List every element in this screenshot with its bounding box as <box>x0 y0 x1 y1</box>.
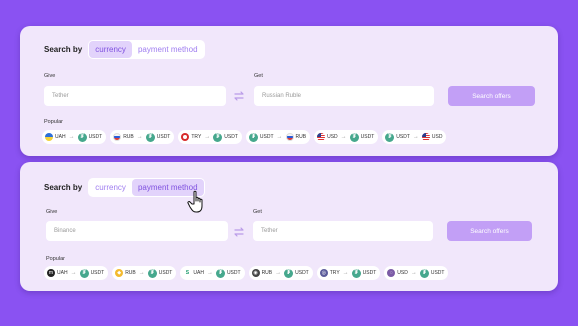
popular-pair-chip[interactable]: ◆ RUB → ₮ USDT <box>112 266 177 280</box>
currency-tab[interactable]: currency <box>89 179 132 196</box>
qiwi-icon: ◉ <box>251 269 260 277</box>
search-offers-button[interactable]: Search offers <box>447 221 532 241</box>
arrow-right-icon: → <box>68 134 75 140</box>
popular-label: Popular <box>46 256 65 262</box>
tether-icon: ₮ <box>79 268 89 278</box>
arrow-right-icon: → <box>204 134 211 140</box>
give-currency-field[interactable]: Tether <box>44 86 226 106</box>
viber-icon: ◌ <box>387 269 396 277</box>
get-label: Get <box>253 209 262 215</box>
binance-icon: ◆ <box>115 269 124 277</box>
popular-pairs: UAH → ₮ USDT RUB → ₮ USDT TRY → ₮ USDT ₮… <box>42 130 450 144</box>
russia-flag-icon <box>285 133 294 141</box>
tether-icon: ₮ <box>349 132 359 142</box>
payment-method-tab[interactable]: payment method <box>132 41 204 58</box>
arrow-right-icon: → <box>70 270 77 276</box>
arrow-right-icon: → <box>136 134 143 140</box>
usa-flag-icon <box>317 133 326 141</box>
tether-icon: ₮ <box>215 268 225 278</box>
tether-icon: ₮ <box>147 268 157 278</box>
swap-icon[interactable] <box>233 90 245 102</box>
arrow-right-icon: → <box>275 270 282 276</box>
arrow-right-icon: → <box>410 270 417 276</box>
search-by-toggle-group: Search by currency payment method <box>44 178 205 197</box>
search-offers-button[interactable]: Search offers <box>448 86 535 106</box>
get-currency-field[interactable]: Tether <box>253 221 433 241</box>
tether-icon: ₮ <box>351 268 361 278</box>
popular-pair-chip[interactable]: RUB → ₮ USDT <box>110 130 175 144</box>
popular-pair-chip[interactable]: ◎ TRY → ₮ USDT <box>316 266 381 280</box>
popular-pair-chip[interactable]: ₮ USDT → USD <box>382 130 447 144</box>
turkey-flag-icon <box>181 133 190 141</box>
popular-label: Popular <box>44 119 63 125</box>
popular-pair-chip[interactable]: ₮ USDT → RUB <box>245 130 311 144</box>
monobank-icon: m <box>47 269 55 277</box>
give-label: Give <box>46 209 58 215</box>
search-by-label: Search by <box>44 183 83 192</box>
arrow-right-icon: → <box>138 270 145 276</box>
tether-icon: ₮ <box>213 132 223 142</box>
currency-search-panel: Search by currency payment method Give G… <box>20 26 558 156</box>
search-mode-switch: currency payment method <box>88 40 205 59</box>
tether-icon: ₮ <box>385 132 395 142</box>
arrow-right-icon: → <box>276 134 283 140</box>
popular-pair-chip[interactable]: ◉ RUB → ₮ USDT <box>248 266 313 280</box>
usa-flag-icon <box>421 133 430 141</box>
popular-pair-chip[interactable]: USD → ₮ USDT <box>314 130 379 144</box>
get-label: Get <box>254 73 263 79</box>
tether-icon: ₮ <box>77 132 87 142</box>
get-currency-field[interactable]: Russian Ruble <box>254 86 434 106</box>
arrow-right-icon: → <box>342 270 349 276</box>
arrow-right-icon: → <box>340 134 347 140</box>
popular-pair-chip[interactable]: S UAH → ₮ USDT <box>180 266 245 280</box>
revolut-icon: S <box>183 269 192 277</box>
payment-method-search-panel: Search by currency payment method Give G… <box>20 162 558 291</box>
give-label: Give <box>44 73 56 79</box>
currency-tab[interactable]: currency <box>89 41 132 58</box>
tether-icon: ₮ <box>248 132 258 142</box>
popular-pairs: m UAH → ₮ USDT ◆ RUB → ₮ USDT S UAH → ₮ … <box>44 266 452 280</box>
search-by-label: Search by <box>44 45 83 54</box>
arrow-right-icon: → <box>412 134 419 140</box>
swap-icon[interactable] <box>233 226 245 238</box>
tether-icon: ₮ <box>145 132 155 142</box>
arrow-right-icon: → <box>206 270 213 276</box>
popular-pair-chip[interactable]: m UAH → ₮ USDT <box>44 266 109 280</box>
search-by-toggle-group: Search by currency payment method <box>44 40 205 59</box>
russia-flag-icon <box>113 133 122 141</box>
give-payment-method-field[interactable]: Binance <box>46 221 228 241</box>
tether-icon: ₮ <box>419 268 429 278</box>
popular-pair-chip[interactable]: ◌ USD → ₮ USDT <box>384 266 449 280</box>
ziraat-icon: ◎ <box>319 269 328 277</box>
popular-pair-chip[interactable]: TRY → ₮ USDT <box>178 130 242 144</box>
ukraine-flag-icon <box>45 133 53 141</box>
popular-pair-chip[interactable]: UAH → ₮ USDT <box>42 130 107 144</box>
tether-icon: ₮ <box>284 268 294 278</box>
hand-cursor-icon <box>187 190 203 213</box>
